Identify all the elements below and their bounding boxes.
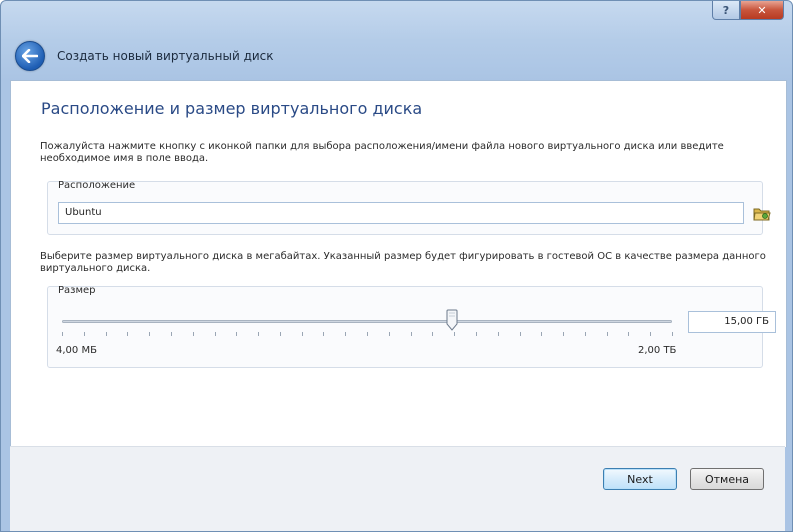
size-description: Выберите размер виртуального диска в мег… [40,251,766,274]
help-button[interactable]: ? [712,1,740,20]
size-group: Размер 15,00 ГБ 4,00 МБ 2,00 ТБ [47,285,776,368]
size-input[interactable]: 15,00 ГБ [688,311,776,333]
slider-tick [83,332,85,336]
slider-max-label: 2,00 ТБ [638,345,677,356]
location-group: Расположение Ubuntu [47,180,763,235]
slider-tick [367,332,368,336]
location-description: Пожалуйста нажмите кнопку с иконкой папк… [40,141,724,164]
slider-tick [170,332,172,336]
slider-tick [105,332,107,336]
slider-min-label: 4,00 МБ [56,345,97,356]
slider-tick [650,332,652,336]
slider-tick [236,332,238,336]
size-label: Размер [58,285,96,296]
slider-tick [127,332,129,336]
slider-tick [279,332,281,336]
slider-tick [454,332,456,336]
size-slider-track[interactable] [62,320,672,323]
wizard-footer: Next Отмена [10,446,785,531]
choose-folder-button[interactable] [751,204,773,222]
location-label: Расположение [58,180,136,191]
back-button[interactable] [15,41,45,71]
cancel-button[interactable]: Отмена [690,468,764,490]
slider-tick [475,332,477,336]
page-title: Расположение и размер виртуального диска [41,99,423,118]
slider-tick [301,332,303,336]
slider-tick [497,332,499,336]
slider-tick [149,332,151,336]
slider-tick [672,332,673,336]
wizard-window: ? ✕ Создать новый виртуальный диск Распо… [0,0,793,532]
slider-tick [410,332,412,336]
slider-tick [323,332,325,336]
slider-tick [563,332,565,336]
next-button[interactable]: Next [603,468,677,490]
slider-tick [345,332,347,336]
close-button[interactable]: ✕ [740,1,784,20]
folder-icon [753,208,771,220]
window-controls: ? ✕ [712,1,784,20]
window-title: Создать новый виртуальный диск [57,49,274,63]
close-icon: ✕ [757,3,767,17]
slider-tick [628,332,630,336]
back-arrow-icon [22,49,38,63]
location-input[interactable]: Ubuntu [58,202,744,224]
wizard-titlebar: Создать новый виртуальный диск [15,41,274,71]
slider-tick [584,332,586,336]
slider-tick [432,332,434,336]
slider-tick [541,332,543,336]
size-slider-thumb[interactable] [446,309,458,331]
slider-tick [192,332,194,336]
slider-tick [388,332,390,336]
wizard-page: Расположение и размер виртуального диска… [10,80,787,447]
slider-tick [62,332,63,336]
slider-tick [606,332,608,336]
slider-tick [519,332,521,336]
slider-tick [214,332,216,336]
slider-tick [258,332,260,336]
help-icon: ? [722,3,730,17]
